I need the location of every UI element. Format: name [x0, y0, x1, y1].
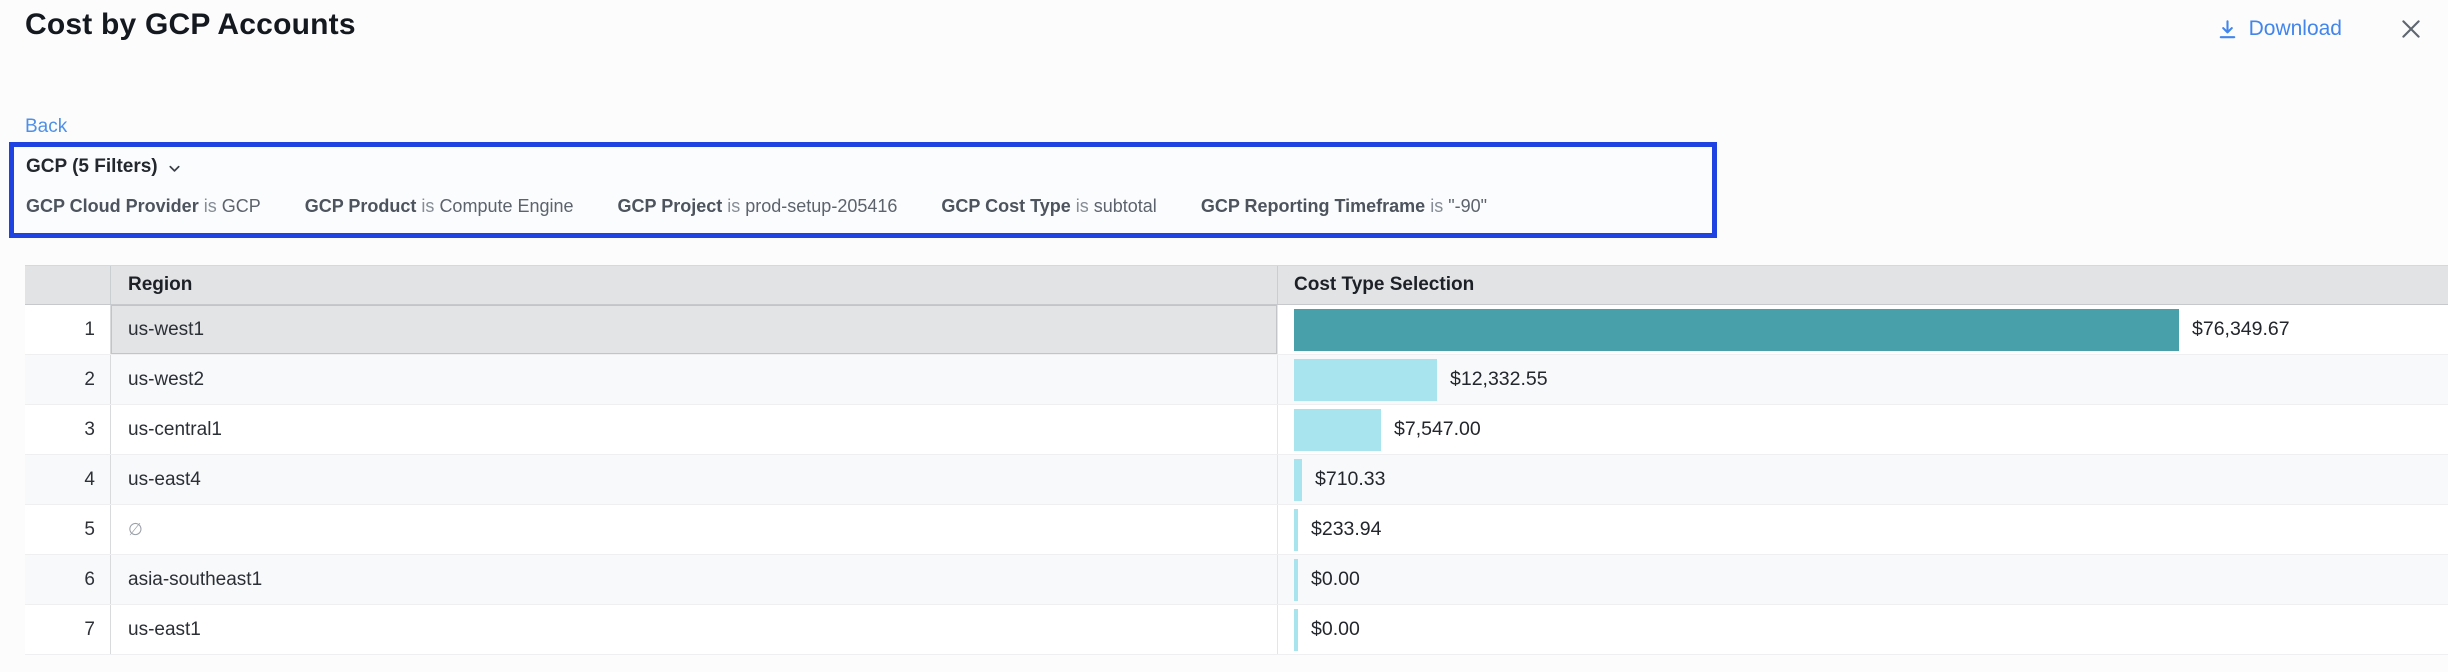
filter-value: prod-setup-205416: [745, 196, 897, 216]
filter-panel: GCP (5 Filters) GCP Cloud Provider is GC…: [9, 142, 1717, 238]
cost-bar[interactable]: [1294, 559, 1298, 601]
filter-field-name: GCP Cloud Provider: [26, 196, 199, 216]
cost-bar[interactable]: [1294, 309, 2179, 351]
row-number: 5: [25, 505, 110, 554]
table-row: 5∅ $233.94: [25, 505, 2448, 555]
download-label: Download: [2249, 17, 2342, 41]
table-row: 2us-west2 $12,332.55: [25, 355, 2448, 405]
table-row: 6asia-southeast1 $0.00: [25, 555, 2448, 605]
back-link[interactable]: Back: [25, 116, 67, 138]
filter-value: GCP: [222, 196, 261, 216]
cost-value-label: $7,547.00: [1394, 418, 1481, 441]
cost-cell: $0.00: [1277, 605, 2448, 654]
filter-operator: is: [1425, 196, 1448, 216]
cost-column-header[interactable]: Cost Type Selection: [1277, 266, 2448, 304]
region-cell[interactable]: us-east1: [110, 605, 1277, 654]
row-number-column-header: [25, 266, 110, 304]
cost-cell: $12,332.55: [1277, 355, 2448, 404]
row-number: 6: [25, 555, 110, 604]
table-row: 1us-west1 $76,349.67: [25, 305, 2448, 355]
cost-value-label: $710.33: [1315, 468, 1386, 491]
filter-value: Compute Engine: [439, 196, 573, 216]
filter-value: "-90": [1448, 196, 1487, 216]
table-row: 3us-central1 $7,547.00: [25, 405, 2448, 455]
cost-value-label: $233.94: [1311, 518, 1382, 541]
filter-operator: is: [1071, 196, 1094, 216]
download-button[interactable]: Download: [2216, 17, 2342, 41]
cost-cell: $76,349.67: [1277, 305, 2448, 354]
cost-bar[interactable]: [1294, 609, 1298, 651]
cost-bar[interactable]: [1294, 509, 1298, 551]
region-cell[interactable]: us-west1: [110, 305, 1277, 354]
cost-cell: $0.00: [1277, 555, 2448, 604]
filter-operator: is: [722, 196, 745, 216]
filter-field-name: GCP Cost Type: [941, 196, 1070, 216]
region-cell[interactable]: us-west2: [110, 355, 1277, 404]
cost-cell: $710.33: [1277, 455, 2448, 504]
cost-cell: $233.94: [1277, 505, 2448, 554]
filter-summary-label: GCP (5 Filters): [26, 156, 158, 178]
cost-by-region-table: Region Cost Type Selection 1us-west1 $76,…: [25, 265, 2448, 655]
filter-condition[interactable]: GCP Cloud Provider is GCP: [26, 196, 261, 217]
filter-value: subtotal: [1094, 196, 1157, 216]
table-row: 4us-east4 $710.33: [25, 455, 2448, 505]
cost-value-label: $0.00: [1311, 618, 1360, 641]
region-column-header[interactable]: Region: [110, 266, 1277, 304]
row-number: 1: [25, 305, 110, 354]
cost-bar[interactable]: [1294, 359, 1437, 401]
row-number: 2: [25, 355, 110, 404]
table-body: 1us-west1$76,349.672us-west2$12,332.553u…: [25, 305, 2448, 655]
header-actions: Download: [2216, 12, 2428, 46]
filter-condition[interactable]: GCP Cost Type is subtotal: [941, 196, 1156, 217]
page-title: Cost by GCP Accounts: [25, 8, 356, 42]
cost-value-label: $76,349.67: [2192, 318, 2290, 341]
region-cell[interactable]: ∅: [110, 505, 1277, 554]
cost-value-label: $0.00: [1311, 568, 1360, 591]
filter-operator: is: [199, 196, 222, 216]
filter-operator: is: [416, 196, 439, 216]
filter-condition[interactable]: GCP Project is prod-setup-205416: [618, 196, 898, 217]
row-number: 4: [25, 455, 110, 504]
filter-condition[interactable]: GCP Reporting Timeframe is "-90": [1201, 196, 1487, 217]
cost-value-label: $12,332.55: [1450, 368, 1548, 391]
region-cell[interactable]: asia-southeast1: [110, 555, 1277, 604]
chevron-down-icon: [167, 158, 182, 176]
filter-condition[interactable]: GCP Product is Compute Engine: [305, 196, 574, 217]
filter-summary-toggle[interactable]: GCP (5 Filters): [26, 154, 182, 180]
filter-field-name: GCP Product: [305, 196, 417, 216]
download-arrow-icon: [2216, 18, 2239, 41]
filter-field-name: GCP Reporting Timeframe: [1201, 196, 1425, 216]
close-x-icon: [2398, 16, 2424, 42]
cost-report-dialog: Cost by GCP Accounts Download Back GCP (…: [0, 0, 2448, 672]
cost-cell: $7,547.00: [1277, 405, 2448, 454]
filter-conditions: GCP Cloud Provider is GCP GCP Product is …: [26, 196, 1698, 217]
table-row: 7us-east1 $0.00: [25, 605, 2448, 655]
close-button[interactable]: [2394, 12, 2428, 46]
region-cell[interactable]: us-east4: [110, 455, 1277, 504]
cost-bar[interactable]: [1294, 409, 1381, 451]
row-number: 3: [25, 405, 110, 454]
table-header-row: Region Cost Type Selection: [25, 265, 2448, 305]
filter-field-name: GCP Project: [618, 196, 723, 216]
cost-bar[interactable]: [1294, 459, 1302, 501]
row-number: 7: [25, 605, 110, 654]
region-cell[interactable]: us-central1: [110, 405, 1277, 454]
